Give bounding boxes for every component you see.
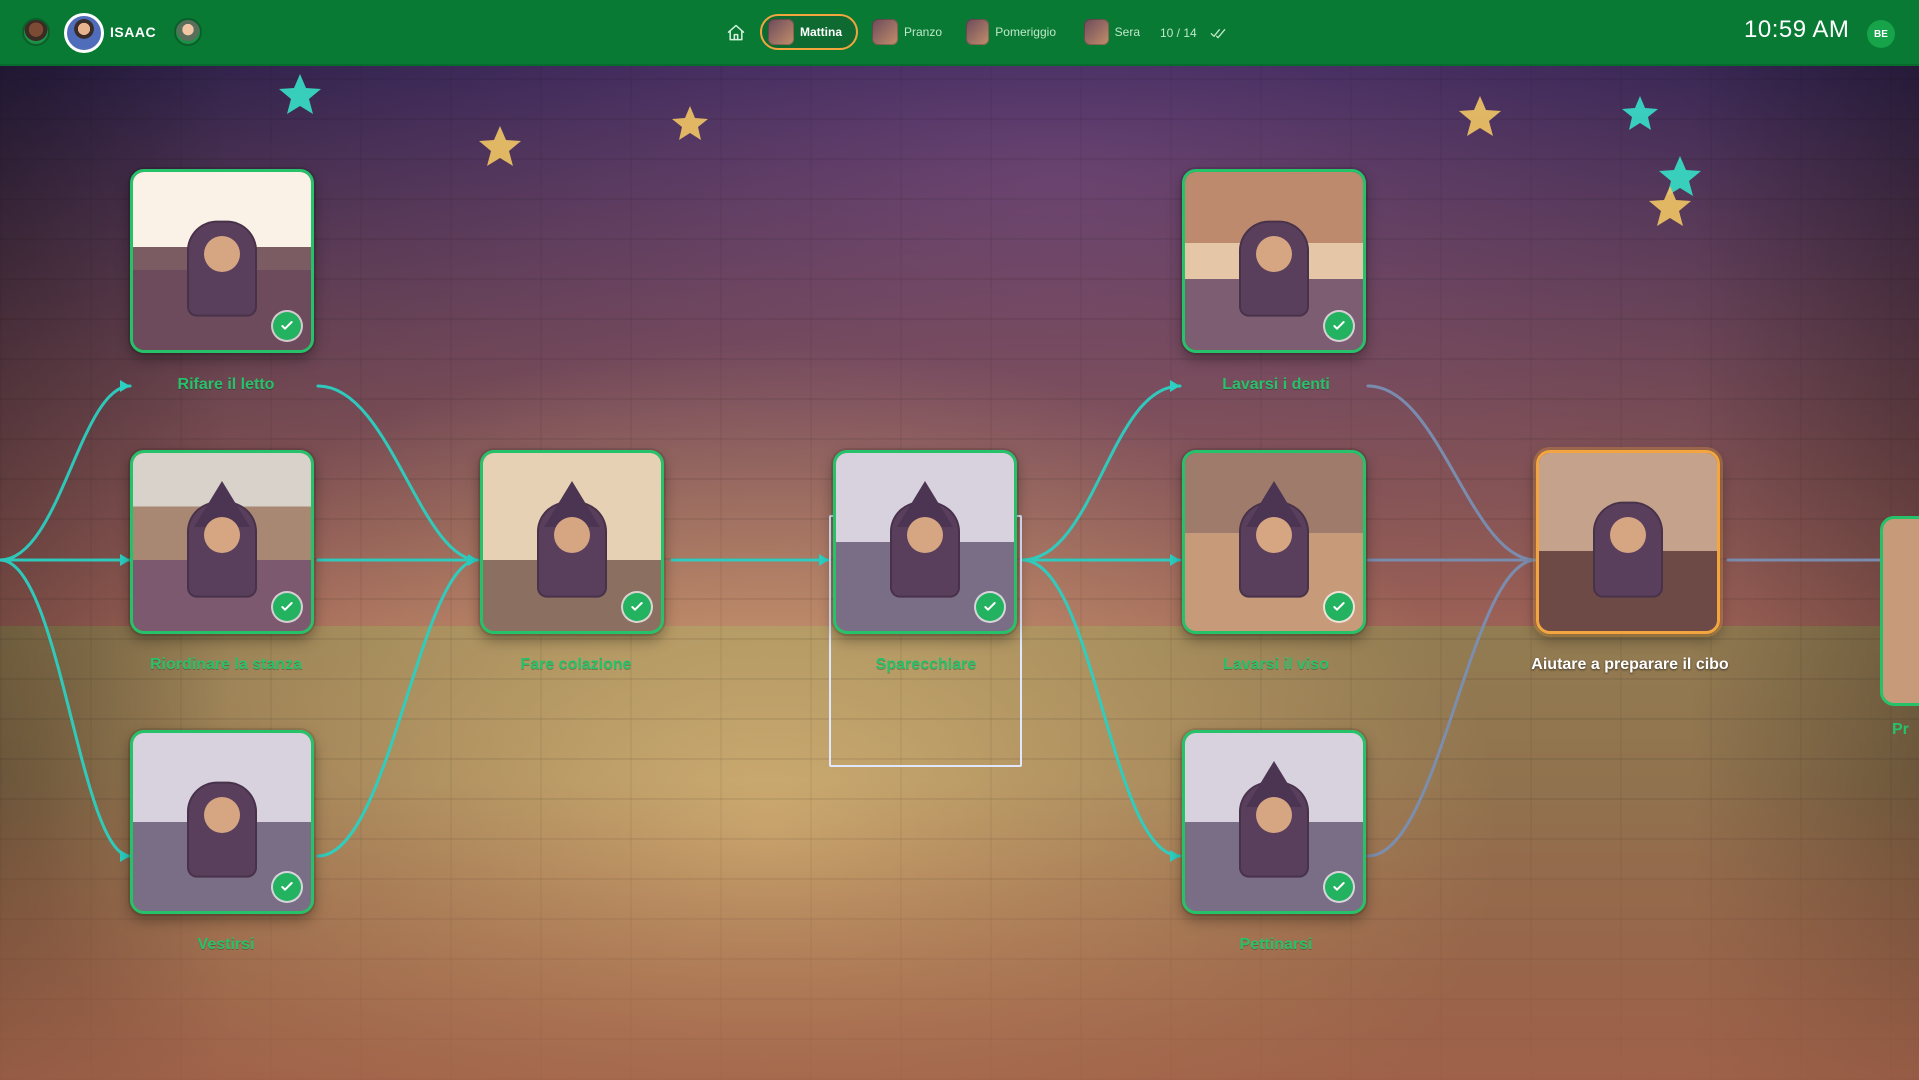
segment-sera[interactable]: Sera	[1078, 14, 1150, 50]
task-label: Lavarsi il viso	[1223, 656, 1329, 673]
segment-label: Mattina	[800, 25, 842, 39]
check-icon	[273, 593, 301, 621]
segment-thumbnail	[872, 19, 898, 45]
task-card-fare-colazione[interactable]	[480, 450, 664, 634]
connector-vestirsi-to-colazione	[316, 558, 480, 858]
segment-mattina[interactable]: Mattina	[760, 14, 858, 50]
segment-pranzo[interactable]: Pranzo	[866, 14, 952, 50]
home-icon[interactable]	[726, 23, 746, 43]
child-face	[1256, 797, 1292, 834]
task-label: Sparecchiare	[875, 656, 977, 673]
child-face	[204, 236, 240, 273]
teal-stars	[279, 74, 1701, 196]
segment-label: Pomeriggio	[995, 25, 1056, 39]
star-icon	[1659, 156, 1701, 196]
arrowhead	[1170, 850, 1180, 862]
task-label-next-partial: Pr	[1892, 721, 1909, 738]
arrowhead	[1170, 554, 1180, 566]
current-user-name: ISAAC	[110, 24, 157, 40]
check-icon	[1325, 593, 1353, 621]
task-label: Lavarsi i denti	[1222, 376, 1330, 393]
connector-sparecchiare-to-denti	[1020, 384, 1182, 562]
child-face	[1256, 517, 1292, 554]
segment-label: Pranzo	[903, 25, 942, 39]
check-icon	[1325, 312, 1353, 340]
star-icon	[1459, 96, 1501, 136]
current-user-avatar[interactable]	[64, 13, 104, 53]
connector-rifare-to-colazione	[316, 384, 480, 562]
child-face	[1610, 517, 1646, 554]
task-card-riordinare-la-stanza[interactable]	[130, 450, 314, 634]
child-face	[907, 517, 943, 554]
profile-avatar-right[interactable]	[174, 18, 202, 46]
clock: 10:59 AM	[1744, 16, 1850, 43]
task-card-lavarsi-il-viso[interactable]	[1182, 450, 1366, 634]
task-label: Rifare il letto	[177, 376, 275, 393]
task-card-rifare-il-letto[interactable]	[130, 169, 314, 353]
task-card-pettinarsi[interactable]	[1182, 730, 1366, 914]
child-face	[204, 797, 240, 834]
connector-left-to-vestirsi	[0, 558, 132, 858]
check-icon	[273, 312, 301, 340]
check-icon	[273, 873, 301, 901]
task-label-active: Aiutare a preparare il cibo	[1531, 656, 1729, 673]
segment-thumbnail	[966, 19, 990, 45]
star-icon	[279, 74, 321, 114]
app-root: ISAAC Mattina Pranzo Pomeriggio Sera 10 …	[0, 0, 1919, 1080]
segment-thumbnail	[768, 19, 794, 45]
top-bar: ISAAC Mattina Pranzo Pomeriggio Sera 10 …	[0, 0, 1919, 66]
connector-denti-to-aiutare	[1366, 384, 1538, 562]
task-card-lavarsi-i-denti[interactable]	[1182, 169, 1366, 353]
task-card-sparecchiare[interactable]	[833, 450, 1017, 634]
double-check-icon	[1210, 25, 1226, 41]
connector-pettinarsi-to-aiutare	[1366, 558, 1538, 858]
star-icon	[479, 126, 521, 166]
task-label: Pettinarsi	[1239, 936, 1313, 953]
connector-sparecchiare-to-pettinarsi	[1020, 558, 1182, 858]
task-label: Fare colazione	[520, 656, 632, 673]
arrowhead	[120, 850, 130, 862]
segment-label: Sera	[1114, 25, 1140, 39]
segment-pomeriggio[interactable]: Pomeriggio	[960, 14, 1066, 50]
check-icon	[976, 593, 1004, 621]
user-initials-badge[interactable]: BE	[1867, 20, 1895, 48]
check-icon	[1325, 873, 1353, 901]
task-card-vestirsi[interactable]	[130, 730, 314, 914]
scene-background: Rifare il letto Riordinare la stanza Ves…	[0, 66, 1919, 1080]
check-icon	[623, 593, 651, 621]
arrowhead	[468, 554, 478, 566]
progress-count: 10 / 14	[1160, 26, 1197, 40]
profile-avatar-left[interactable]	[22, 18, 50, 46]
gold-stars	[479, 96, 1691, 226]
star-icon	[1649, 186, 1691, 226]
task-illustration	[1539, 453, 1717, 631]
star-icon	[672, 106, 708, 140]
task-card-aiutare-a-preparare-il-cibo[interactable]	[1536, 450, 1720, 634]
segment-thumbnail	[1084, 19, 1109, 45]
child-face	[1256, 236, 1292, 273]
task-label: Riordinare la stanza	[149, 656, 303, 673]
child-face	[554, 517, 590, 554]
connector-left-to-rifare	[0, 384, 132, 562]
star-icon	[1622, 96, 1658, 130]
task-card-next-partial[interactable]	[1880, 516, 1919, 706]
task-label: Vestirsi	[197, 936, 255, 953]
arrowhead	[120, 554, 130, 566]
arrowhead	[819, 554, 829, 566]
child-face	[204, 517, 240, 554]
